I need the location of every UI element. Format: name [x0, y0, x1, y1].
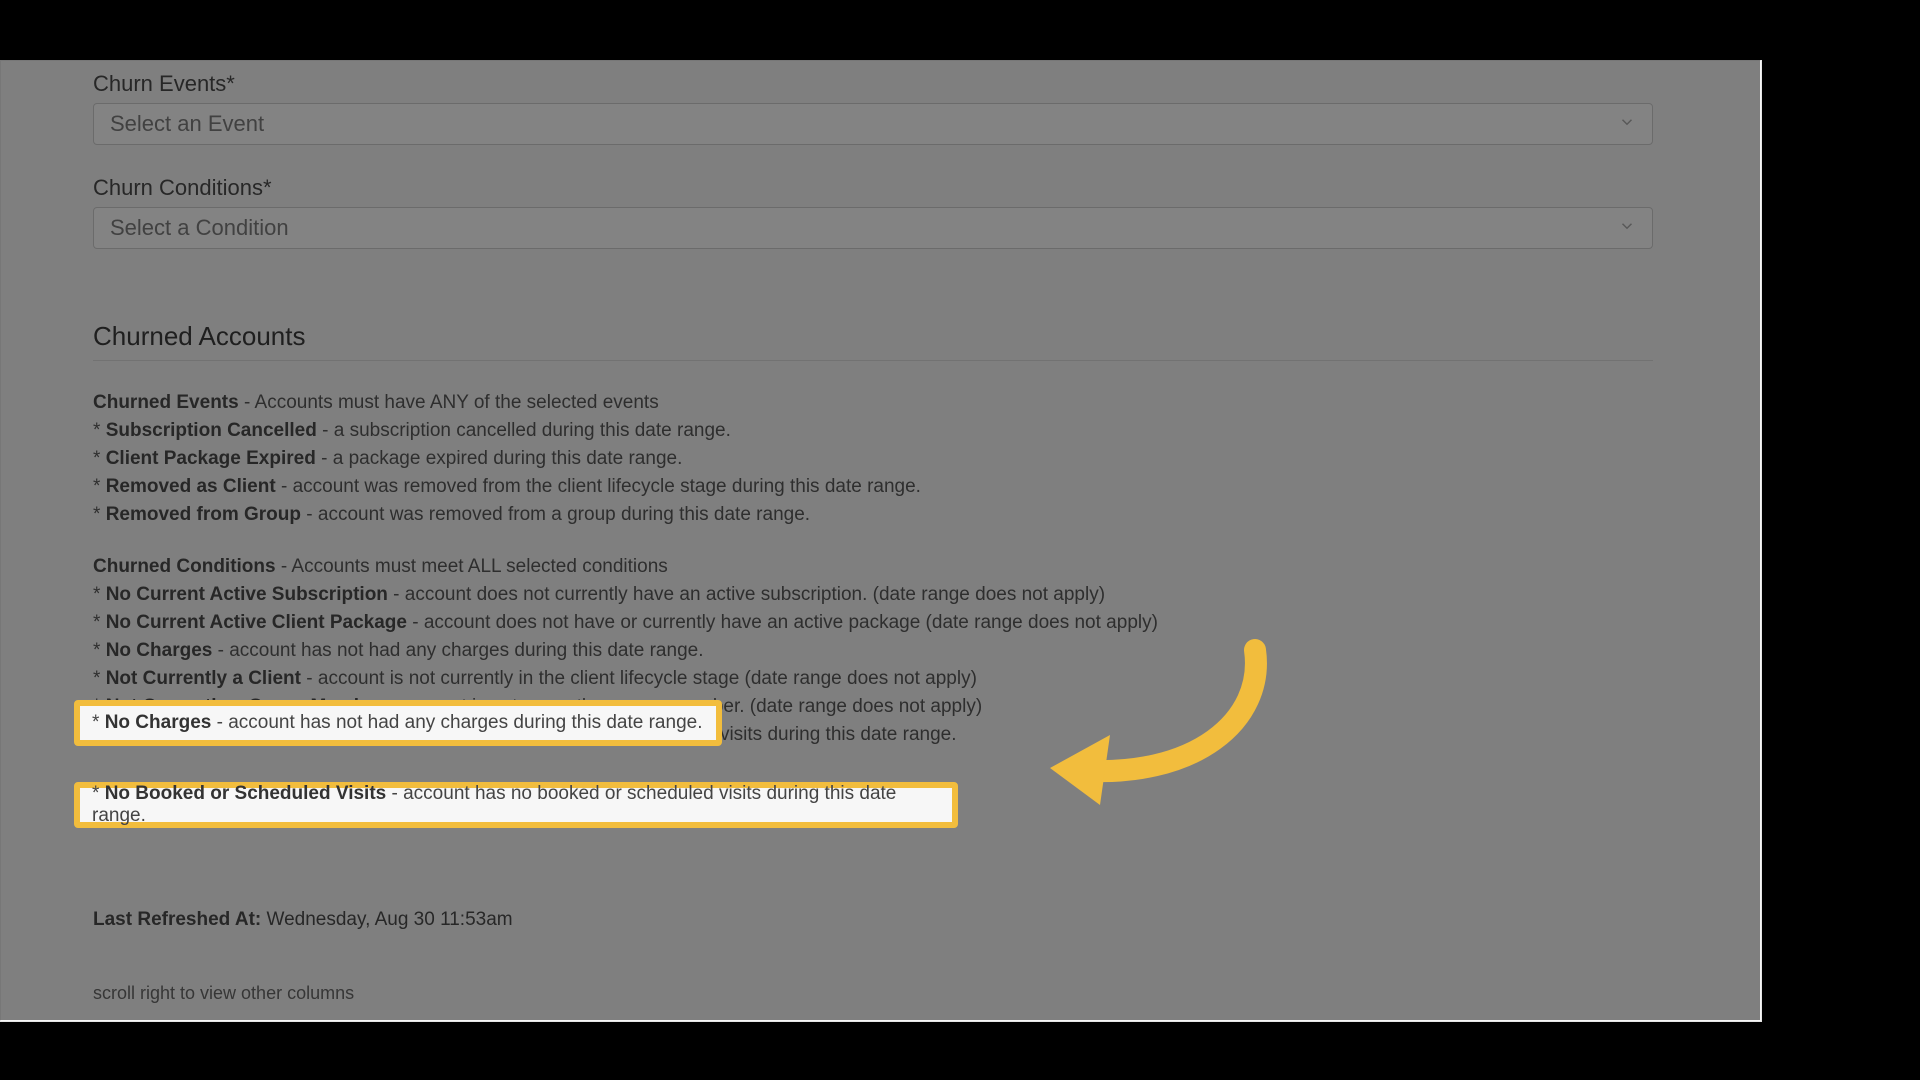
conditions-header-bold: Churned Conditions — [93, 556, 276, 577]
panel: Churn Events* Select an Event Churn Cond… — [0, 60, 1762, 1022]
slide: Churn Events* Select an Event Churn Cond… — [0, 60, 1920, 1020]
events-header-rest: - Accounts must have ANY of the selected… — [239, 392, 659, 413]
condition-item: * No Current Active Client Package - acc… — [93, 609, 1653, 637]
select-churn-conditions[interactable]: Select a Condition — [93, 207, 1653, 249]
condition-item: * No Current Active Subscription - accou… — [93, 581, 1653, 609]
highlight-no-booked-visits: * No Booked or Scheduled Visits - accoun… — [74, 782, 958, 828]
highlight-no-charges: * No Charges - account has not had any c… — [74, 700, 722, 746]
select-churn-conditions-placeholder: Select a Condition — [110, 215, 289, 241]
scroll-hint: scroll right to view other columns — [93, 983, 1668, 1004]
events-block: Churned Events - Accounts must have ANY … — [93, 389, 1653, 529]
last-refreshed-label: Last Refreshed At: — [93, 909, 261, 930]
events-header: Churned Events - Accounts must have ANY … — [93, 389, 1653, 417]
event-item: * Client Package Expired - a package exp… — [93, 445, 1653, 473]
select-churn-events-placeholder: Select an Event — [110, 111, 264, 137]
content: Churn Events* Select an Event Churn Cond… — [93, 61, 1668, 1004]
highlight-text: * No Charges - account has not had any c… — [92, 712, 702, 734]
label-churn-events: Churn Events* — [93, 71, 1668, 97]
highlight-text: * No Booked or Scheduled Visits - accoun… — [92, 783, 940, 827]
conditions-header: Churned Conditions - Accounts must meet … — [93, 553, 1653, 581]
last-refreshed-value: Wednesday, Aug 30 11:53am — [261, 909, 512, 930]
select-churn-events[interactable]: Select an Event — [93, 103, 1653, 145]
stage: Churn Events* Select an Event Churn Cond… — [0, 0, 1920, 1080]
last-refreshed: Last Refreshed At: Wednesday, Aug 30 11:… — [93, 909, 1668, 931]
event-item: * Subscription Cancelled - a subscriptio… — [93, 417, 1653, 445]
section-title: Churned Accounts — [93, 321, 1668, 352]
event-item: * Removed from Group - account was remov… — [93, 501, 1653, 529]
condition-item: * No Charges - account has not had any c… — [93, 637, 1653, 665]
events-header-bold: Churned Events — [93, 392, 239, 413]
chevron-down-icon — [1618, 113, 1636, 136]
conditions-header-rest: - Accounts must meet ALL selected condit… — [276, 556, 668, 577]
condition-item: * Not Currently a Client - account is no… — [93, 665, 1653, 693]
chevron-down-icon — [1618, 217, 1636, 240]
divider — [93, 360, 1653, 361]
event-item: * Removed as Client - account was remove… — [93, 473, 1653, 501]
label-churn-conditions: Churn Conditions* — [93, 175, 1668, 201]
